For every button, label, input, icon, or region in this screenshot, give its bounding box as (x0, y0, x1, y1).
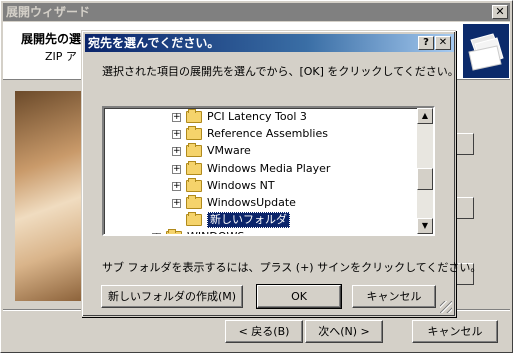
wizard-header-title: 展開先の選 (21, 32, 82, 46)
wizard-title-bar: 展開ウィザード ✕ (3, 3, 510, 21)
expand-plus-icon[interactable]: + (172, 113, 181, 122)
tree-item-label-selected: 新しいフォルダ (207, 212, 290, 229)
tree-item-label: VMware (207, 144, 251, 158)
wizard-close-icon[interactable]: ✕ (492, 5, 508, 19)
folder-icon (166, 229, 182, 234)
tree-item[interactable]: + WindowsUpdate (104, 195, 417, 211)
wizard-side-button[interactable] (456, 133, 474, 155)
browse-folder-dialog: 宛先を選んでください。 ? ✕ 選択された項目の展開先を選んでから、[OK] を… (81, 30, 481, 317)
close-icon[interactable]: ✕ (435, 36, 451, 50)
expand-plus-icon[interactable]: + (152, 233, 161, 234)
ok-button[interactable]: OK (256, 284, 342, 309)
scroll-thumb[interactable] (417, 168, 433, 190)
tree-item-label: WindowsUpdate (207, 196, 296, 209)
tree-item[interactable]: 新しいフォルダ (104, 212, 417, 229)
folder-icon (186, 109, 202, 123)
folder-icon (186, 160, 202, 175)
dialog-cancel-button[interactable]: キャンセル (352, 285, 436, 308)
folder-tree[interactable]: + PCI Latency Tool 3 + Reference Assemblies… (102, 106, 435, 236)
tree-scrollbar[interactable]: ▲ ▼ (417, 108, 433, 234)
wizard-cancel-button[interactable]: キャンセル (412, 320, 498, 343)
scroll-down-icon[interactable]: ▼ (417, 218, 433, 234)
tree-item[interactable]: + WINDOWS (104, 229, 417, 234)
expand-plus-icon[interactable]: + (172, 164, 181, 174)
wizard-header-subtitle: ZIP ア (45, 50, 77, 63)
folder-icon (186, 195, 202, 209)
back-button[interactable]: < 戻る(B) (225, 320, 303, 343)
tree-item[interactable]: + Reference Assemblies (104, 126, 417, 142)
tree-item-label: Windows Media Player (207, 161, 331, 175)
tree-item[interactable]: + PCI Latency Tool 3 (104, 109, 417, 125)
folder-logo-icon (463, 24, 509, 78)
tree-item[interactable]: + VMware (104, 143, 417, 159)
dialog-title-bar: 宛先を選んでください。 ? ✕ (85, 34, 454, 52)
expand-plus-icon[interactable]: + (172, 130, 181, 140)
dialog-hint: サブ フォルダを表示するには、プラス (+) サインをクリックしてください。 (102, 261, 482, 274)
folder-icon (186, 212, 202, 227)
wizard-side-button[interactable] (456, 197, 474, 219)
resize-grip[interactable] (440, 301, 452, 313)
tree-item-label: WINDOWS (187, 229, 244, 234)
tree-item-label: Reference Assemblies (207, 127, 328, 141)
next-button[interactable]: 次へ(N) > (305, 320, 383, 343)
tree-item[interactable]: + Windows NT (104, 177, 417, 194)
dialog-instruction: 選択された項目の展開先を選んでから、[OK] をクリックしてください。 (102, 65, 459, 78)
tree-item[interactable]: + Windows Media Player (104, 160, 417, 177)
folder-icon (186, 143, 202, 158)
tree-item-label: PCI Latency Tool 3 (207, 110, 307, 123)
folder-icon (186, 126, 202, 141)
expand-plus-icon[interactable]: + (172, 147, 181, 157)
expand-plus-icon[interactable]: + (172, 199, 181, 208)
dialog-title: 宛先を選んでください。 (88, 36, 220, 50)
help-icon[interactable]: ? (418, 36, 434, 50)
scroll-up-icon[interactable]: ▲ (417, 108, 433, 124)
wizard-title: 展開ウィザード (6, 5, 91, 19)
tree-item-label: Windows NT (207, 178, 275, 192)
wizard-side-image (15, 91, 87, 301)
folder-icon (186, 177, 202, 192)
new-folder-button[interactable]: 新しいフォルダの作成(M) (101, 285, 243, 308)
expand-plus-icon[interactable]: + (172, 181, 181, 191)
